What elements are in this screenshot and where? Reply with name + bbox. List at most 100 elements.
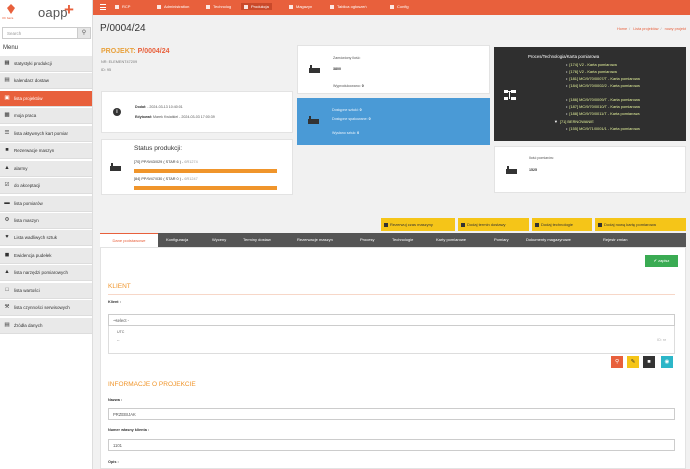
sidebar-item-my-work[interactable]: ▩ moja praca [0,108,92,125]
search-icon[interactable]: ⚲ [77,28,90,38]
status-row[interactable]: [70] PP/9/43/029 ( STAR 6 ) - 6R1274 [134,160,198,164]
tree-item[interactable]: • [186] MC/9/70/0009/T - Karta pomiarowa [566,97,640,102]
sidebar-item-machine-reservations[interactable]: ■ Rezerwacje maszyn [0,143,92,160]
tab-quotes[interactable]: Wyceny [212,233,226,247]
breadcrumb-home[interactable]: Home [617,27,627,31]
sidebar-item-delivery-calendar[interactable]: ▤ kalendarz dostaw [0,73,92,90]
nav-label: Tablica ogłoszeń [337,4,367,9]
view-client-button[interactable]: ◉ [661,356,673,368]
edited-by: Edytował: Marek Kwiatkiel - 2024-03-03 1… [135,115,215,119]
sidebar-item-statistics[interactable]: ▦ statystyki produkcji [0,56,92,72]
reserve-machine-button[interactable]: Rezerwuj czas maszyny [381,218,455,231]
measurements-card: Ilość pomiarów: 1525 [494,146,686,193]
project-info-title: INFORMACJE O PROJEKCIE [108,381,196,388]
nav-produkcja[interactable]: Produkcja [241,3,272,10]
add-measurement-card-button[interactable]: Dodaj nową kartę pomiarowa [595,218,686,231]
sidebar-item-defective[interactable]: ♥ Lista wadliwych sztuk [0,230,92,247]
sidebar-item-values[interactable]: □ lista wartości [0,282,92,299]
list-icon: ☰ [4,129,10,136]
tab-configuration[interactable]: Konfiguracja [166,233,188,247]
nav-label: Produkcja [251,4,269,9]
client-dropdown[interactable]: UTC -- ID: nr [108,326,675,354]
sidebar-item-machines[interactable]: ⚙ lista maszyn [0,212,92,229]
search-input[interactable]: Search ⚲ [2,27,91,39]
tab-change-log[interactable]: Rejestr zmian [603,233,627,247]
clock-icon [115,4,119,9]
status-row-text: [70] PP/9/43/029 ( STAR 6 ) - [134,160,184,164]
sidebar-item-active-cards[interactable]: ☰ lista aktywnych kart pomiar [0,125,92,142]
sidebar-item-data-sources[interactable]: ▤ Źródła danych [0,317,92,334]
tab-technologies[interactable]: Technologie [392,233,413,247]
factory-icon [244,4,248,9]
tab-processes[interactable]: Procesy [360,233,374,247]
tree-item[interactable]: • [181] MC/9/70/0007/T - Karta pomiarowa [566,76,640,81]
client-number-field[interactable]: 1101 [108,439,675,451]
tree-item-label: [184] MC/9/70/0002/2 - Karta pomiarowa [569,83,640,88]
tree-item-label: [181] MC/9/70/0007/T - Karta pomiarowa [569,76,640,81]
tab-delivery-dates[interactable]: Terminy dostaw [243,233,271,247]
sidebar-item-alarms[interactable]: ▲ alarmy [0,160,92,177]
nav-administration[interactable]: Administration [157,4,189,9]
delete-client-button[interactable]: ■ [643,356,655,368]
sidebar-item-boxes[interactable]: ◼ Ewidencja pudełek [0,247,92,264]
menu-toggle-icon[interactable] [100,4,106,10]
nav-board[interactable]: Tablica ogłoszeń [330,4,367,9]
save-button[interactable]: ✔ zapisz [645,255,678,267]
logo[interactable]: Oh baza oapp + [0,0,92,27]
nav-magazyn[interactable]: Magazyn [289,4,312,9]
box-icon: ◼ [4,251,10,258]
name-field[interactable]: PRZEBIJAK [108,408,675,420]
client-select[interactable]: - select - ⌄ [108,314,675,326]
sidebar-item-label: Źródła danych [14,322,43,328]
edit-client-button[interactable]: ✎ [627,356,639,368]
search-icon: ⚲ [614,359,620,365]
process-tree-title: Proces/Technologia/Karta pomiarowa [528,54,600,59]
dropdown-line: -- [117,338,120,342]
tab-basic[interactable]: Dane podstawowe [100,233,158,247]
sidebar: Oh baza oapp + Search ⚲ Menu ▦ statystyki… [0,0,93,469]
sidebar-item-measuring-tools[interactable]: ▲ lista narzędzi pomiarowych [0,265,92,282]
tab-measurement-cards[interactable]: Karty pomiarowe [436,233,466,247]
tree-item[interactable]: • [155] MC/9/71/0001/1 - Karta pomiarowa [566,126,640,131]
nav-config[interactable]: Config [390,4,409,9]
add-delivery-button[interactable]: Dodaj termin dostawy [458,218,529,231]
sidebar-item-label: lista projektów [14,95,43,101]
status-row[interactable]: [84] PP/9/47/030 ( STAR 0 ) - 6R1247 [134,177,198,181]
sidebar-item-label: Lista wadliwych sztuk [14,235,58,241]
ordered-card: Zamówiony ilość: 3800 Wyprodukowano: 0 [297,45,490,94]
sidebar-item-service[interactable]: ⚒ lista czynności serwisowych [0,300,92,317]
sidebar-item-label: lista aktywnych kart pomiar [14,130,69,136]
breadcrumb-current: nowy projekt [664,27,686,31]
status-row-sub: 6R1274 [184,160,198,164]
add-technology-button[interactable]: Dodaj technologie [532,218,592,231]
measurements-label: Ilość pomiarów: [529,156,554,160]
nav-technolog[interactable]: Technolog [206,4,231,9]
tab-warehouse-docs[interactable]: Dokumenty magazynowe [526,233,571,247]
tool-icon [598,222,602,227]
page-title: P/0004/24 [100,23,146,34]
tree-item[interactable]: • [174] V2 - Karta pomiarowa [566,62,617,67]
tree-item[interactable]: ▼ [71] BERNOWANIE [554,119,594,124]
sidebar-item-to-accept[interactable]: ☑ do akceptacji [0,178,92,195]
nav-rcp[interactable]: RCP [115,4,130,9]
sidebar-item-label: moja praca [14,113,37,119]
factory-icon [309,65,320,73]
tree-item[interactable]: • [176] V2 - Karta pomiarowa [566,69,617,74]
tab-machine-reservations[interactable]: Rezerwacje maszyn [297,233,333,247]
sidebar-item-projects[interactable]: ▣ lista projektów [0,90,92,107]
status-title: Status produkcji: [134,145,183,152]
tree-item[interactable]: • [188] MC/9/70/0011/T - Karta pomiarowa [566,111,640,116]
shipped-label: Wysłano sztuk: [332,131,357,135]
project-element: NR: ELEMENT47209 [101,60,138,64]
search-client-button[interactable]: ⚲ [611,356,623,368]
factory-icon [308,116,319,124]
search-placeholder: Search [7,31,22,36]
sidebar-item-measurements[interactable]: ▬ lista pomiarów [0,195,92,212]
tree-item[interactable]: • [184] MC/9/70/0002/2 - Karta pomiarowa [566,83,640,88]
tree-item[interactable]: • [187] MC/9/70/0010/T - Karta pomiarowa [566,104,640,109]
breadcrumb-projects[interactable]: Lista projektów [633,27,658,31]
name-value: PRZEBIJAK [113,412,136,417]
info-card: i Dodał: - 2024-03-13 10:40:01 Edytował:… [101,91,293,133]
section-divider [108,294,675,295]
tab-measurements[interactable]: Pomiary [494,233,509,247]
